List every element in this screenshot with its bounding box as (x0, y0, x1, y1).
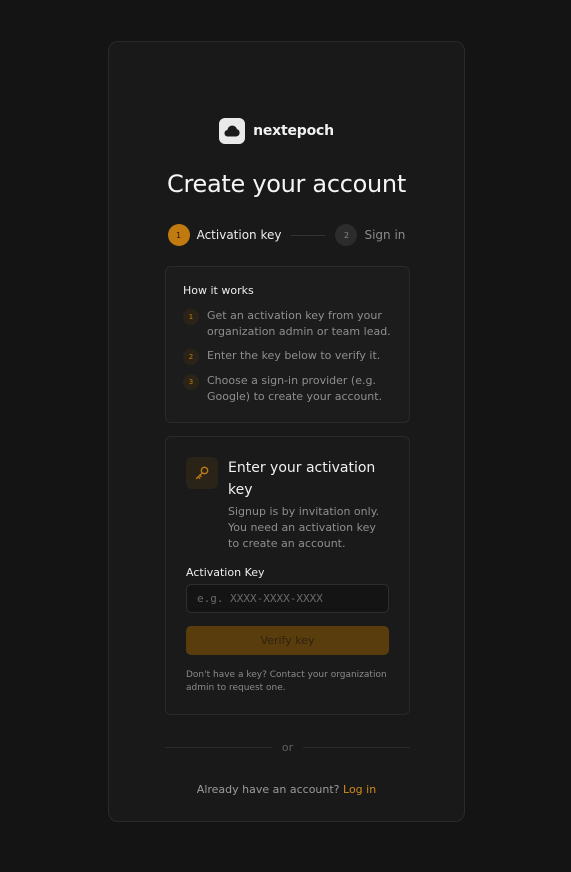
step-label: Sign in (364, 228, 406, 242)
activation-key-card: Enter your activation key Signup is by i… (165, 436, 410, 715)
how-step-item: 3 Choose a sign-in provider (e.g. Google… (183, 373, 393, 405)
or-divider: or (165, 741, 411, 754)
activation-key-title: Enter your activation key (228, 460, 376, 498)
help-text: Don't have a key? Contact your organizat… (186, 670, 387, 693)
how-step-text: Choose a sign-in provider (e.g. Google) … (207, 374, 383, 403)
page-title: Create your account (167, 170, 406, 198)
activation-key-label: Activation Key (186, 566, 265, 579)
login-prompt-text: Already have an account? (196, 783, 340, 796)
login-prompt: Already have an account? Log in (109, 783, 464, 796)
key-icon-box (186, 457, 218, 489)
how-step-item: 1 Get an activation key from your organi… (183, 308, 393, 340)
how-step-number: 3 (183, 374, 199, 390)
how-step-item: 2 Enter the key below to verify it. (183, 348, 393, 365)
stepper: 1 Activation key 2 Sign in (109, 224, 464, 246)
how-step-number: 1 (183, 309, 199, 325)
stepper-connector (291, 234, 326, 236)
step-number: 2 (335, 224, 358, 246)
verify-key-button[interactable]: Verify key (186, 626, 389, 655)
how-it-works-title: How it works (183, 284, 254, 297)
step-sign-in: 2 Sign in (335, 224, 405, 246)
divider-line (165, 747, 272, 748)
step-activation-key: 1 Activation key (167, 224, 282, 246)
brand-logo (219, 118, 246, 144)
activation-key-header: Enter your activation key Signup is by i… (186, 457, 389, 552)
brand-name: nextepoch (253, 123, 334, 139)
signup-card: nextepoch Create your account 1 Activati… (108, 41, 465, 822)
step-number: 1 (167, 224, 190, 246)
login-link[interactable]: Log in (343, 783, 376, 796)
how-step-number: 2 (183, 349, 199, 365)
activation-key-description: Signup is by invitation only. You need a… (228, 505, 380, 550)
key-icon (195, 466, 209, 480)
how-it-works-panel: How it works 1 Get an activation key fro… (165, 266, 410, 423)
divider-label: or (281, 741, 294, 754)
divider-line (303, 747, 411, 748)
step-label: Activation key (196, 228, 282, 242)
brand: nextepoch (89, 118, 464, 144)
cloud-icon (224, 125, 240, 137)
how-step-text: Get an activation key from your organiza… (207, 309, 391, 338)
how-step-text: Enter the key below to verify it. (207, 349, 381, 362)
activation-key-heading: Enter your activation key Signup is by i… (228, 457, 389, 552)
activation-key-input[interactable] (186, 584, 389, 613)
